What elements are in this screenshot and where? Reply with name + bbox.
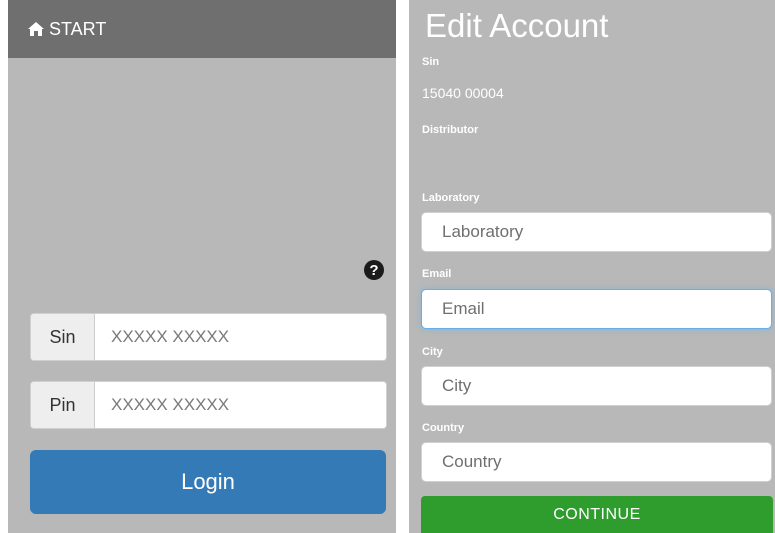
laboratory-field[interactable] — [421, 212, 772, 252]
sin-input[interactable] — [95, 314, 386, 360]
sin-value: 15040 00004 — [422, 85, 504, 101]
edit-account-panel: Edit Account Sin 15040 00004 Distributor… — [409, 0, 775, 533]
help-icon[interactable]: ? — [364, 260, 384, 280]
home-icon[interactable] — [27, 21, 45, 37]
sin-addon-label: Sin — [31, 314, 95, 360]
city-field[interactable] — [421, 366, 772, 406]
email-field[interactable] — [421, 289, 772, 329]
country-field[interactable] — [421, 442, 772, 482]
laboratory-label: Laboratory — [422, 192, 480, 204]
sin-input-group: Sin — [30, 313, 387, 361]
login-button[interactable]: Login — [30, 450, 386, 514]
login-panel: START ? Sin Pin Login — [8, 0, 396, 533]
pin-input[interactable] — [95, 382, 386, 428]
distributor-label: Distributor — [422, 124, 479, 136]
start-link[interactable]: START — [49, 19, 106, 40]
page-title: Edit Account — [425, 7, 609, 44]
country-label: Country — [422, 422, 465, 434]
city-label: City — [422, 346, 443, 358]
email-label: Email — [422, 268, 452, 280]
continue-button[interactable]: CONTINUE — [421, 496, 773, 533]
pin-addon-label: Pin — [31, 382, 95, 428]
top-bar: START — [8, 0, 396, 58]
sin-label: Sin — [422, 56, 440, 68]
pin-input-group: Pin — [30, 381, 387, 429]
